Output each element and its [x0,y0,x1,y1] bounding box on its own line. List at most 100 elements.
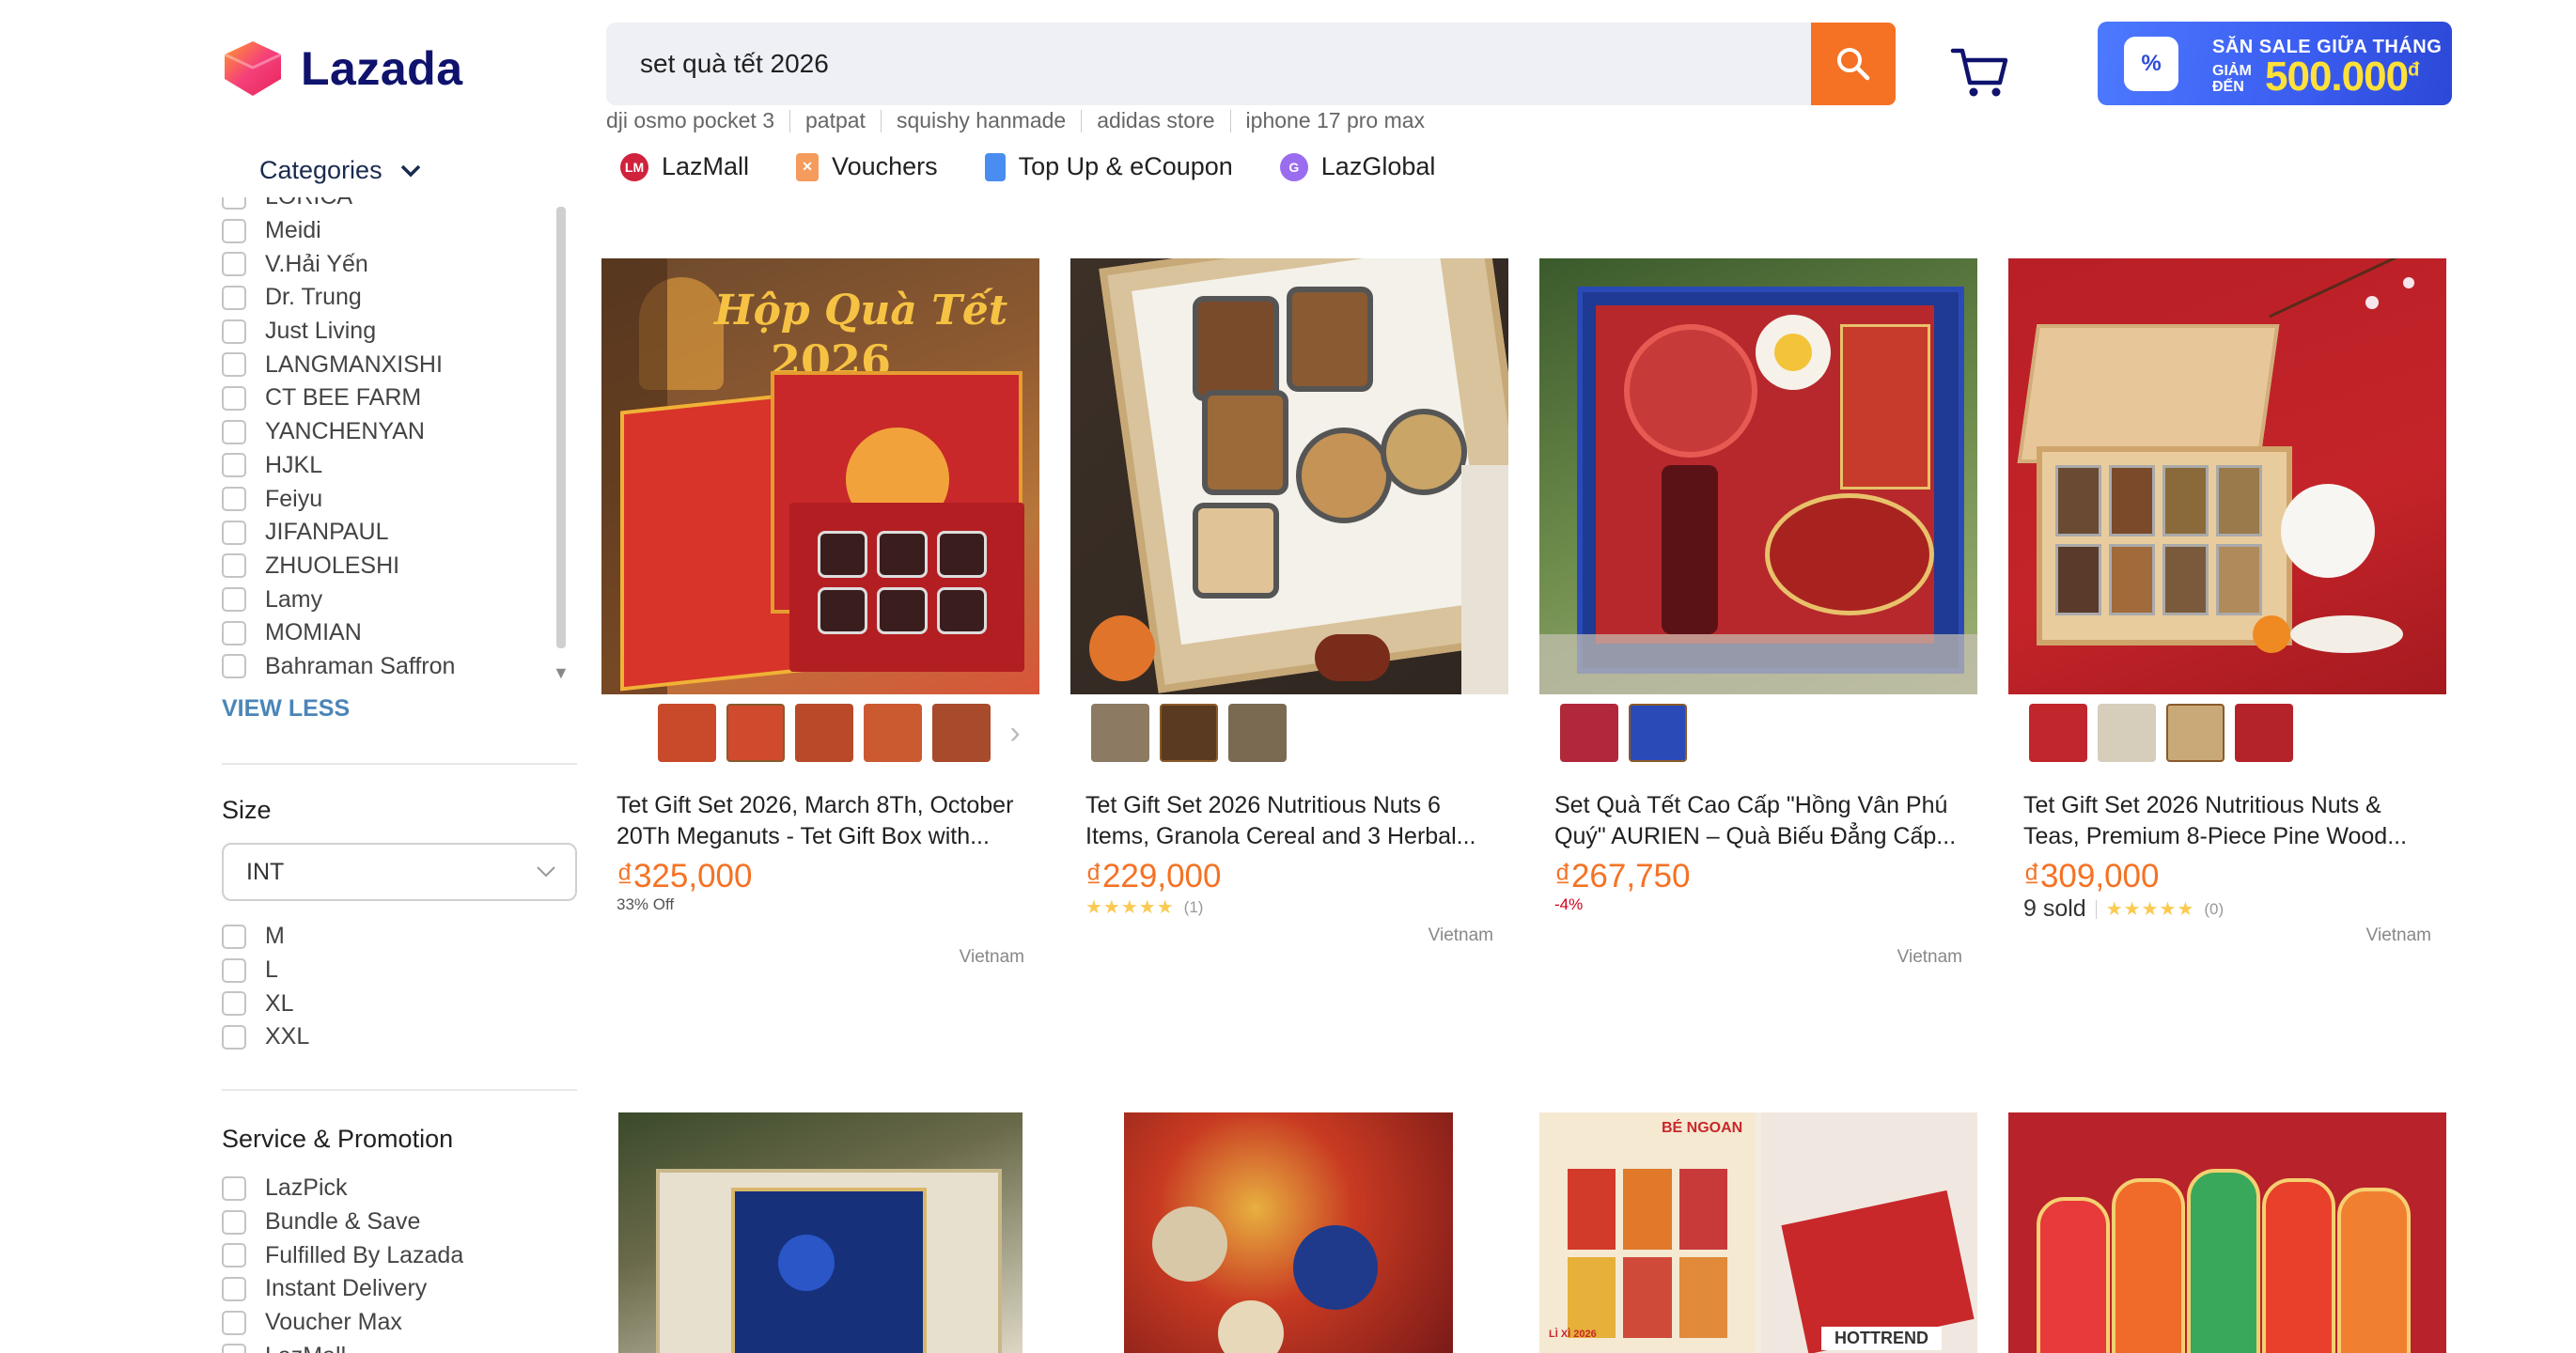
brand-option[interactable]: HJKL [222,449,570,483]
thumbnail[interactable] [1629,704,1687,762]
brand-option[interactable]: Lamy [222,583,570,616]
brand-option[interactable]: Just Living [222,315,570,349]
product-card[interactable]: Tet Gift Set 2026 Nutritious Nuts 6 Item… [1070,258,1508,945]
service-option[interactable]: Instant Delivery [222,1272,463,1306]
checkbox[interactable] [222,1243,246,1268]
thumbnail[interactable] [726,704,785,762]
checkbox[interactable] [222,1276,246,1301]
nav-topup[interactable]: Top Up & eCoupon [984,152,1233,181]
categories-dropdown[interactable]: Categories [259,156,422,185]
view-less-link[interactable]: VIEW LESS [222,695,350,723]
size-option[interactable]: M [222,920,309,954]
thumbnail[interactable] [864,704,922,762]
brand-option[interactable]: LANGMANXISHI [222,348,570,381]
checkbox[interactable] [222,218,246,243]
nav-lazglobal[interactable]: G LazGlobal [1279,152,1435,181]
checkbox[interactable] [222,252,246,277]
thumbnail[interactable] [2029,704,2087,762]
checkbox[interactable] [222,197,246,210]
suggestion-link[interactable]: adidas store [1097,108,1214,133]
thumbnail[interactable] [1160,704,1218,762]
brand-option[interactable]: YANCHENYAN [222,415,570,449]
checkbox[interactable] [222,419,246,444]
product-title[interactable]: Tet Gift Set 2026, March 8Th, October 20… [601,790,1039,852]
brand-option[interactable]: Feiyu [222,482,570,516]
thumbnail[interactable] [1091,704,1149,762]
service-option[interactable]: Bundle & Save [222,1205,463,1239]
thumbnail[interactable] [2098,704,2156,762]
nav-vouchers[interactable]: ✕ Vouchers [796,152,938,181]
checkbox[interactable] [222,453,246,478]
thumbnail[interactable] [1228,704,1287,762]
scroll-down-icon[interactable]: ▼ [553,663,570,683]
checkbox[interactable] [222,520,246,545]
product-card[interactable]: Tet Gift Set 2026 Nutritious Nuts & Teas… [2008,258,2446,945]
product-image[interactable] [1070,258,1508,694]
service-option[interactable]: LazPick [222,1172,463,1205]
checkbox[interactable] [222,487,246,512]
brand-option[interactable]: JIFANPAUL [222,516,570,550]
service-option[interactable]: LazMall [222,1339,463,1353]
suggestion-link[interactable]: dji osmo pocket 3 [606,108,774,133]
product-card[interactable]: Hộp Quà Tết 2026 › Tet Gift Set 2026, Ma… [601,258,1039,967]
brand-option[interactable]: Meidi [222,214,570,248]
size-system-select[interactable]: INT [222,843,577,901]
brand-option[interactable]: LORICA [222,197,570,214]
product-image[interactable] [618,1112,1023,1353]
checkbox[interactable] [222,285,246,310]
product-image[interactable]: BÉ NGOAN LÌ XÌ 2026 HOTTREND [1539,1112,1977,1353]
size-option[interactable]: XL [222,987,309,1020]
brand-option[interactable]: CT BEE FARM [222,381,570,415]
checkbox[interactable] [222,385,246,411]
suggestion-link[interactable]: squishy hanmade [897,108,1066,133]
checkbox[interactable] [222,654,246,679]
thumbnail[interactable] [795,704,853,762]
checkbox[interactable] [222,957,246,983]
suggestion-link[interactable]: iphone 17 pro max [1246,108,1426,133]
product-image[interactable] [2008,258,2446,694]
suggestion-link[interactable]: patpat [805,108,866,133]
size-option[interactable]: L [222,954,309,988]
checkbox[interactable] [222,1024,246,1050]
brand-option[interactable]: MOMIAN [222,616,570,650]
product-title[interactable]: Tet Gift Set 2026 Nutritious Nuts & Teas… [2008,790,2446,852]
product-image[interactable] [1124,1112,1453,1353]
service-option[interactable]: Voucher Max [222,1306,463,1340]
search-button[interactable] [1811,23,1896,105]
product-title[interactable]: Set Quà Tết Cao Cấp "Hồng Vân Phú Quý" A… [1539,790,1977,852]
lazada-logo[interactable]: Lazada [222,39,463,98]
checkbox[interactable] [222,587,246,613]
brand-option[interactable]: V.Hải Yến [222,247,570,281]
thumbnail[interactable] [1560,704,1618,762]
product-card[interactable]: Set Quà Tết Cao Cấp "Hồng Vân Phú Quý" A… [1539,258,1977,967]
nav-lazmall[interactable]: LM LazMall [620,152,749,181]
checkbox[interactable] [222,553,246,579]
checkbox[interactable] [222,1310,246,1335]
product-image[interactable] [2008,1112,2446,1353]
search-input[interactable] [606,23,1811,105]
checkbox[interactable] [222,319,246,344]
checkbox[interactable] [222,352,246,378]
brand-list-scrollbar[interactable] [556,207,566,648]
size-option[interactable]: XXL [222,1020,309,1054]
checkbox[interactable] [222,924,246,949]
checkbox[interactable] [222,1344,246,1353]
service-option[interactable]: Fulfilled By Lazada [222,1238,463,1272]
thumbnail[interactable] [932,704,991,762]
thumbnail[interactable] [2166,704,2225,762]
product-image[interactable]: Hộp Quà Tết 2026 [601,258,1039,694]
checkbox[interactable] [222,1175,246,1201]
brand-option[interactable]: Dr. Trung [222,281,570,315]
promo-banner[interactable]: % SĂN SALE GIỮA THÁNG GIẢM ĐẾN 500.000đ [2098,22,2452,105]
checkbox[interactable] [222,1209,246,1235]
checkbox[interactable] [222,620,246,645]
chevron-right-icon[interactable]: › [1001,704,1029,762]
thumbnail[interactable] [658,704,716,762]
product-title[interactable]: Tet Gift Set 2026 Nutritious Nuts 6 Item… [1070,790,1508,852]
thumbnail[interactable] [2235,704,2293,762]
checkbox[interactable] [222,991,246,1017]
brand-option[interactable]: Bahraman Saffron [222,650,570,684]
brand-option[interactable]: ZHUOLESHI [222,550,570,583]
cart-button[interactable] [1947,38,2013,103]
product-image[interactable] [1539,258,1977,694]
